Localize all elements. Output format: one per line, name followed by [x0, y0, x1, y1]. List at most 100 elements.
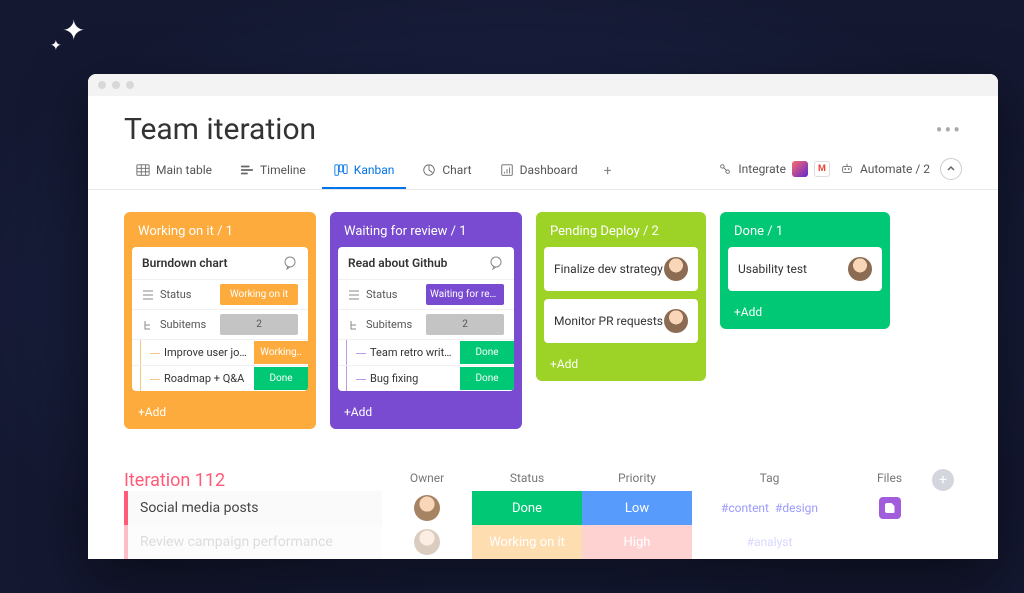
kanban-column-done: Done / 1 Usability test +Add — [720, 212, 890, 329]
owner-cell[interactable] — [382, 491, 472, 525]
subitem-label: Improve user jour… — [158, 340, 254, 365]
kanban-card[interactable]: Usability test — [728, 247, 882, 291]
subitems-label: Subitems — [366, 318, 412, 331]
subitem-status: Done — [460, 367, 514, 390]
files-cell[interactable] — [847, 525, 932, 559]
integration-gmail-icon: M — [814, 161, 830, 177]
chart-icon — [422, 163, 436, 177]
tab-kanban[interactable]: Kanban — [322, 157, 407, 189]
column-header-tag[interactable]: Tag — [692, 471, 847, 491]
more-menu-button[interactable]: ••• — [936, 118, 962, 142]
subitem-row[interactable]: Team retro writing Done — [338, 339, 514, 365]
traffic-light-icon[interactable] — [98, 81, 106, 89]
column-header-priority[interactable]: Priority — [582, 471, 692, 491]
owner-cell[interactable] — [382, 525, 472, 559]
tab-chart[interactable]: Chart — [410, 157, 483, 189]
subitems-count[interactable]: 2 — [220, 314, 298, 335]
table-row[interactable]: Review campaign performance Working on i… — [124, 525, 962, 559]
integrate-label: Integrate — [738, 162, 786, 176]
priority-cell[interactable]: High — [582, 525, 692, 559]
add-card-button[interactable]: +Add — [728, 299, 882, 321]
table-row[interactable]: Social media posts Done Low #content #de… — [124, 491, 962, 525]
automate-label: Automate / 2 — [860, 162, 930, 176]
subitem-label: Bug fixing — [364, 366, 460, 391]
card-title: Burndown chart — [142, 256, 227, 270]
add-view-button[interactable]: + — [594, 157, 622, 189]
tag-chip: #design — [775, 501, 818, 515]
status-cell[interactable]: Working on it — [472, 525, 582, 559]
kanban-column-header[interactable]: Waiting for review / 1 — [338, 220, 514, 247]
traffic-light-icon[interactable] — [126, 81, 134, 89]
add-card-button[interactable]: +Add — [132, 399, 308, 421]
status-badge[interactable]: Working on it — [220, 284, 298, 305]
comment-icon[interactable] — [282, 255, 298, 271]
avatar — [414, 529, 440, 555]
robot-icon — [840, 162, 854, 176]
files-cell[interactable] — [847, 491, 932, 525]
priority-cell[interactable]: Low — [582, 491, 692, 525]
avatar — [664, 257, 688, 281]
iteration-group: Iteration 112 Owner Status Priority Tag … — [88, 439, 998, 559]
card-title: Monitor PR requests — [554, 314, 663, 328]
subitems-count[interactable]: 2 — [426, 314, 504, 335]
decorative-sparkle-icon: ✦ — [50, 38, 62, 54]
kanban-column-header[interactable]: Done / 1 — [728, 220, 882, 247]
kanban-icon — [334, 163, 348, 177]
card-title: Usability test — [738, 262, 807, 276]
subitem-status: Working.. — [254, 341, 308, 364]
subitems-icon — [348, 319, 360, 331]
tab-dashboard[interactable]: Dashboard — [488, 157, 590, 189]
integrate-button[interactable]: Integrate M — [718, 161, 830, 177]
page-title: Team iteration — [124, 112, 316, 147]
group-title[interactable]: Iteration 112 — [124, 470, 382, 491]
add-column-button[interactable]: + — [932, 469, 954, 491]
kanban-column-review: Waiting for review / 1 Read about Github… — [330, 212, 522, 429]
kanban-board: Working on it / 1 Burndown chart Status … — [88, 190, 998, 439]
list-icon — [348, 289, 360, 301]
kanban-column-header[interactable]: Working on it / 1 — [132, 220, 308, 247]
avatar — [414, 495, 440, 521]
tab-label: Main table — [156, 163, 212, 177]
decorative-sparkle-icon: ✦ — [62, 14, 85, 47]
kanban-card[interactable]: Monitor PR requests — [544, 299, 698, 343]
subitems-label: Subitems — [160, 318, 206, 331]
status-badge[interactable]: Waiting for revi… — [426, 284, 504, 305]
column-header-files[interactable]: Files — [847, 471, 932, 491]
table-icon — [136, 163, 150, 177]
subitem-status: Done — [460, 341, 514, 364]
kanban-column-working: Working on it / 1 Burndown chart Status … — [124, 212, 316, 429]
card-title: Read about Github — [348, 256, 447, 270]
tab-label: Timeline — [260, 163, 306, 177]
add-card-button[interactable]: +Add — [338, 399, 514, 421]
tags-cell[interactable]: #analyst — [692, 525, 847, 559]
kanban-card[interactable]: Burndown chart Status Working on it Subi… — [132, 247, 308, 391]
subitem-label: Team retro writing — [364, 340, 460, 365]
tab-timeline[interactable]: Timeline — [228, 157, 318, 189]
subitem-row[interactable]: Bug fixing Done — [338, 365, 514, 391]
timeline-icon — [240, 163, 254, 177]
column-header-status[interactable]: Status — [472, 471, 582, 491]
tab-main-table[interactable]: Main table — [124, 157, 224, 189]
kanban-card[interactable]: Read about Github Status Waiting for rev… — [338, 247, 514, 391]
tab-label: Dashboard — [520, 163, 578, 177]
column-header-owner[interactable]: Owner — [382, 471, 472, 491]
collapse-button[interactable] — [940, 158, 962, 180]
avatar — [664, 309, 688, 333]
tag-chip: #analyst — [747, 535, 793, 549]
file-icon — [879, 497, 901, 519]
task-name: Social media posts — [124, 491, 382, 525]
kanban-card[interactable]: Finalize dev strategy — [544, 247, 698, 291]
chevron-up-icon — [946, 164, 956, 174]
task-name: Review campaign performance — [124, 525, 382, 559]
list-icon — [142, 289, 154, 301]
kanban-column-header[interactable]: Pending Deploy / 2 — [544, 220, 698, 247]
status-cell[interactable]: Done — [472, 491, 582, 525]
subitem-row[interactable]: Improve user jour… Working.. — [132, 339, 308, 365]
subitem-row[interactable]: Roadmap + Q&A Done — [132, 365, 308, 391]
subitem-label: Roadmap + Q&A — [158, 366, 254, 391]
comment-icon[interactable] — [488, 255, 504, 271]
automate-button[interactable]: Automate / 2 — [840, 162, 930, 176]
traffic-light-icon[interactable] — [112, 81, 120, 89]
add-card-button[interactable]: +Add — [544, 351, 698, 373]
tags-cell[interactable]: #content #design — [692, 491, 847, 525]
